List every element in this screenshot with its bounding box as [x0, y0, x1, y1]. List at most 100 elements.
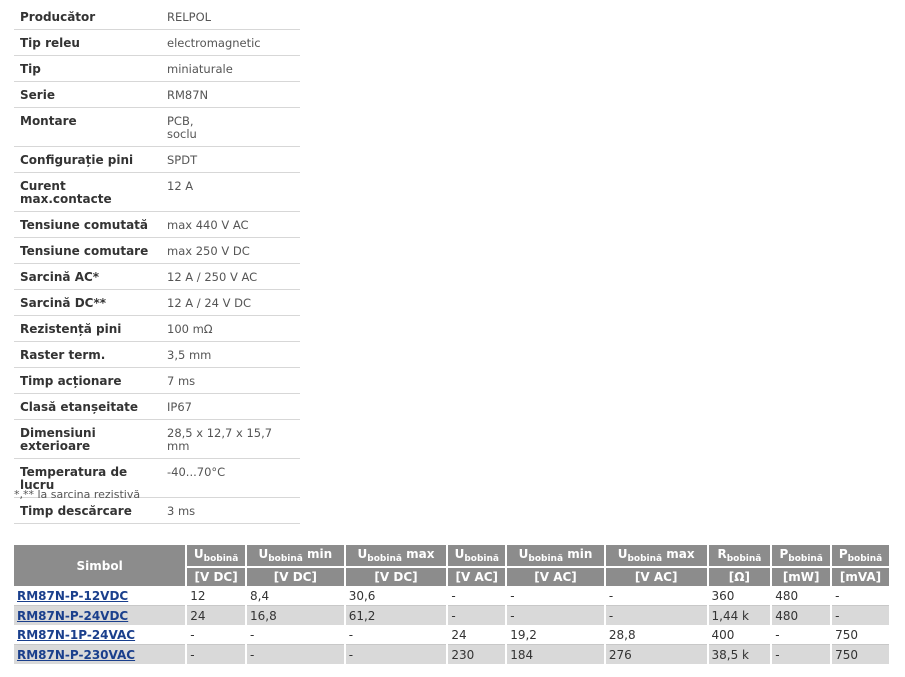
- column-unit: [V AC]: [507, 566, 604, 586]
- column-header: Rbobină: [708, 545, 771, 566]
- product-link[interactable]: RM87N-P-12VDC: [17, 589, 128, 603]
- product-value-cell: 230: [448, 645, 506, 664]
- spec-label: Configurație pini: [14, 146, 161, 173]
- column-header-subscript: bobină: [268, 554, 303, 564]
- column-unit: [V DC]: [247, 566, 344, 586]
- spec-value-line: soclu: [167, 127, 197, 141]
- product-value-cell: 38,5 k: [708, 645, 771, 664]
- column-header-subscript: bobină: [528, 554, 564, 564]
- column-unit: [V AC]: [605, 566, 707, 586]
- product-link[interactable]: RM87N-P-230VAC: [17, 648, 135, 662]
- spec-label: Sarcină DC**: [14, 289, 161, 316]
- spec-row: Tip releu electromagnetic: [14, 29, 300, 56]
- product-value-cell: -: [448, 606, 506, 625]
- spec-value: RELPOL: [161, 4, 300, 30]
- spec-row: Timp descărcare 3 ms: [14, 497, 300, 524]
- footnote: *,** la sarcina rezistivă: [14, 488, 141, 501]
- product-value-cell: 8,4: [247, 586, 344, 606]
- spec-row: Dimensiuni exterioare 28,5 x 12,7 x 15,7 …: [14, 419, 300, 459]
- spec-value: 7 ms: [161, 367, 300, 394]
- product-link[interactable]: RM87N-1P-24VAC: [17, 628, 135, 642]
- spec-value: miniaturale: [161, 55, 300, 82]
- spec-value: 28,5 x 12,7 x 15,7 mm: [161, 419, 300, 459]
- product-value-cell: -: [772, 625, 831, 645]
- product-value-cell: -: [605, 606, 707, 625]
- spec-value: -40...70°C: [161, 458, 300, 498]
- column-header-symbol: Simbol: [76, 558, 123, 573]
- product-value-cell: -: [772, 645, 831, 664]
- column-header-symbol: P: [838, 547, 848, 561]
- product-value-cell: -: [605, 586, 707, 606]
- product-value-cell: 28,8: [605, 625, 707, 645]
- product-value-cell: 184: [507, 645, 604, 664]
- product-symbol-cell: RM87N-1P-24VAC: [14, 625, 186, 645]
- column-header-subscript: bobină: [788, 554, 823, 564]
- product-value-cell: 61,2: [345, 606, 447, 625]
- product-link[interactable]: RM87N-P-24VDC: [17, 609, 128, 623]
- spec-label: Rezistență pini: [14, 315, 161, 342]
- spec-value: RM87N: [161, 81, 300, 108]
- column-header-symbol: U: [258, 547, 269, 561]
- column-header-suffix: max: [662, 547, 695, 561]
- products-table: Simbol Ubobină Ubobină min Ubobină max Ubobi…: [12, 545, 891, 664]
- column-unit: [V DC]: [187, 566, 246, 586]
- spec-row: Configurație pini SPDT: [14, 146, 300, 173]
- spec-label: Serie: [14, 81, 161, 108]
- product-value-cell: -: [448, 586, 506, 606]
- product-symbol-cell: RM87N-P-24VDC: [14, 606, 186, 625]
- column-unit: [mVA]: [832, 566, 889, 586]
- product-value-cell: -: [247, 625, 344, 645]
- specifications-table: Producător RELPOL Tip releu electromagnetic…: [14, 4, 300, 524]
- spec-row: Raster term. 3,5 mm: [14, 341, 300, 368]
- spec-row: Serie RM87N: [14, 81, 300, 108]
- column-header-symbol: U: [617, 547, 628, 561]
- product-value-cell: 24: [448, 625, 506, 645]
- column-unit: [V DC]: [345, 566, 447, 586]
- product-row: RM87N-P-230VAC - - -230 184 276 38,5 k -750: [14, 645, 889, 664]
- column-header-symbol: U: [193, 547, 204, 561]
- spec-value: electromagnetic: [161, 29, 300, 56]
- product-value-cell: 30,6: [345, 586, 447, 606]
- product-value-cell: 276: [605, 645, 707, 664]
- column-unit: [V AC]: [448, 566, 506, 586]
- column-header-symbol: U: [518, 547, 529, 561]
- spec-value: 3 ms: [161, 497, 300, 524]
- spec-value: IP67: [161, 393, 300, 420]
- product-row: RM87N-P-24VDC 24 16,8 61,2- - -1,44 k 480-: [14, 606, 889, 625]
- spec-label: Dimensiuni exterioare: [14, 419, 161, 459]
- product-value-cell: 19,2: [507, 625, 604, 645]
- product-value-cell: -: [832, 586, 889, 606]
- product-value-cell: -: [832, 606, 889, 625]
- column-header-suffix: min: [302, 547, 333, 561]
- spec-value: 100 mΩ: [161, 315, 300, 342]
- product-value-cell: 12: [187, 586, 246, 606]
- product-value-cell: 1,44 k: [708, 606, 771, 625]
- column-header-symbol: P: [779, 547, 789, 561]
- product-value-cell: -: [345, 645, 447, 664]
- column-header-subscript: bobină: [627, 554, 663, 564]
- product-value-cell: -: [507, 586, 604, 606]
- product-value-cell: 16,8: [247, 606, 344, 625]
- column-header-subscript: bobină: [726, 554, 762, 564]
- spec-row: Tensiune comutată max 440 V AC: [14, 211, 300, 238]
- spec-label: Tip releu: [14, 29, 161, 56]
- column-header: Ubobină max: [345, 545, 447, 566]
- column-unit: [Ω]: [708, 566, 771, 586]
- column-header: Ubobină: [448, 545, 506, 566]
- product-value-cell: -: [345, 625, 447, 645]
- spec-value: 12 A / 250 V AC: [161, 263, 300, 290]
- product-value-cell: -: [247, 645, 344, 664]
- column-header: Ubobină min: [247, 545, 344, 566]
- spec-row: Curent max.contacte 12 A: [14, 172, 300, 212]
- spec-label: Sarcină AC*: [14, 263, 161, 290]
- spec-row: Producător RELPOL: [14, 4, 300, 30]
- product-value-cell: 750: [832, 645, 889, 664]
- column-header-subscript: bobină: [367, 554, 402, 564]
- spec-value: 12 A / 24 V DC: [161, 289, 300, 316]
- spec-row: Clasă etanșeitate IP67: [14, 393, 300, 420]
- column-header: Pbobină: [772, 545, 831, 566]
- spec-row: Sarcină AC* 12 A / 250 V AC: [14, 263, 300, 290]
- spec-label: Timp descărcare: [14, 497, 161, 524]
- spec-value: max 440 V AC: [161, 211, 300, 238]
- column-header: Simbol: [14, 545, 186, 586]
